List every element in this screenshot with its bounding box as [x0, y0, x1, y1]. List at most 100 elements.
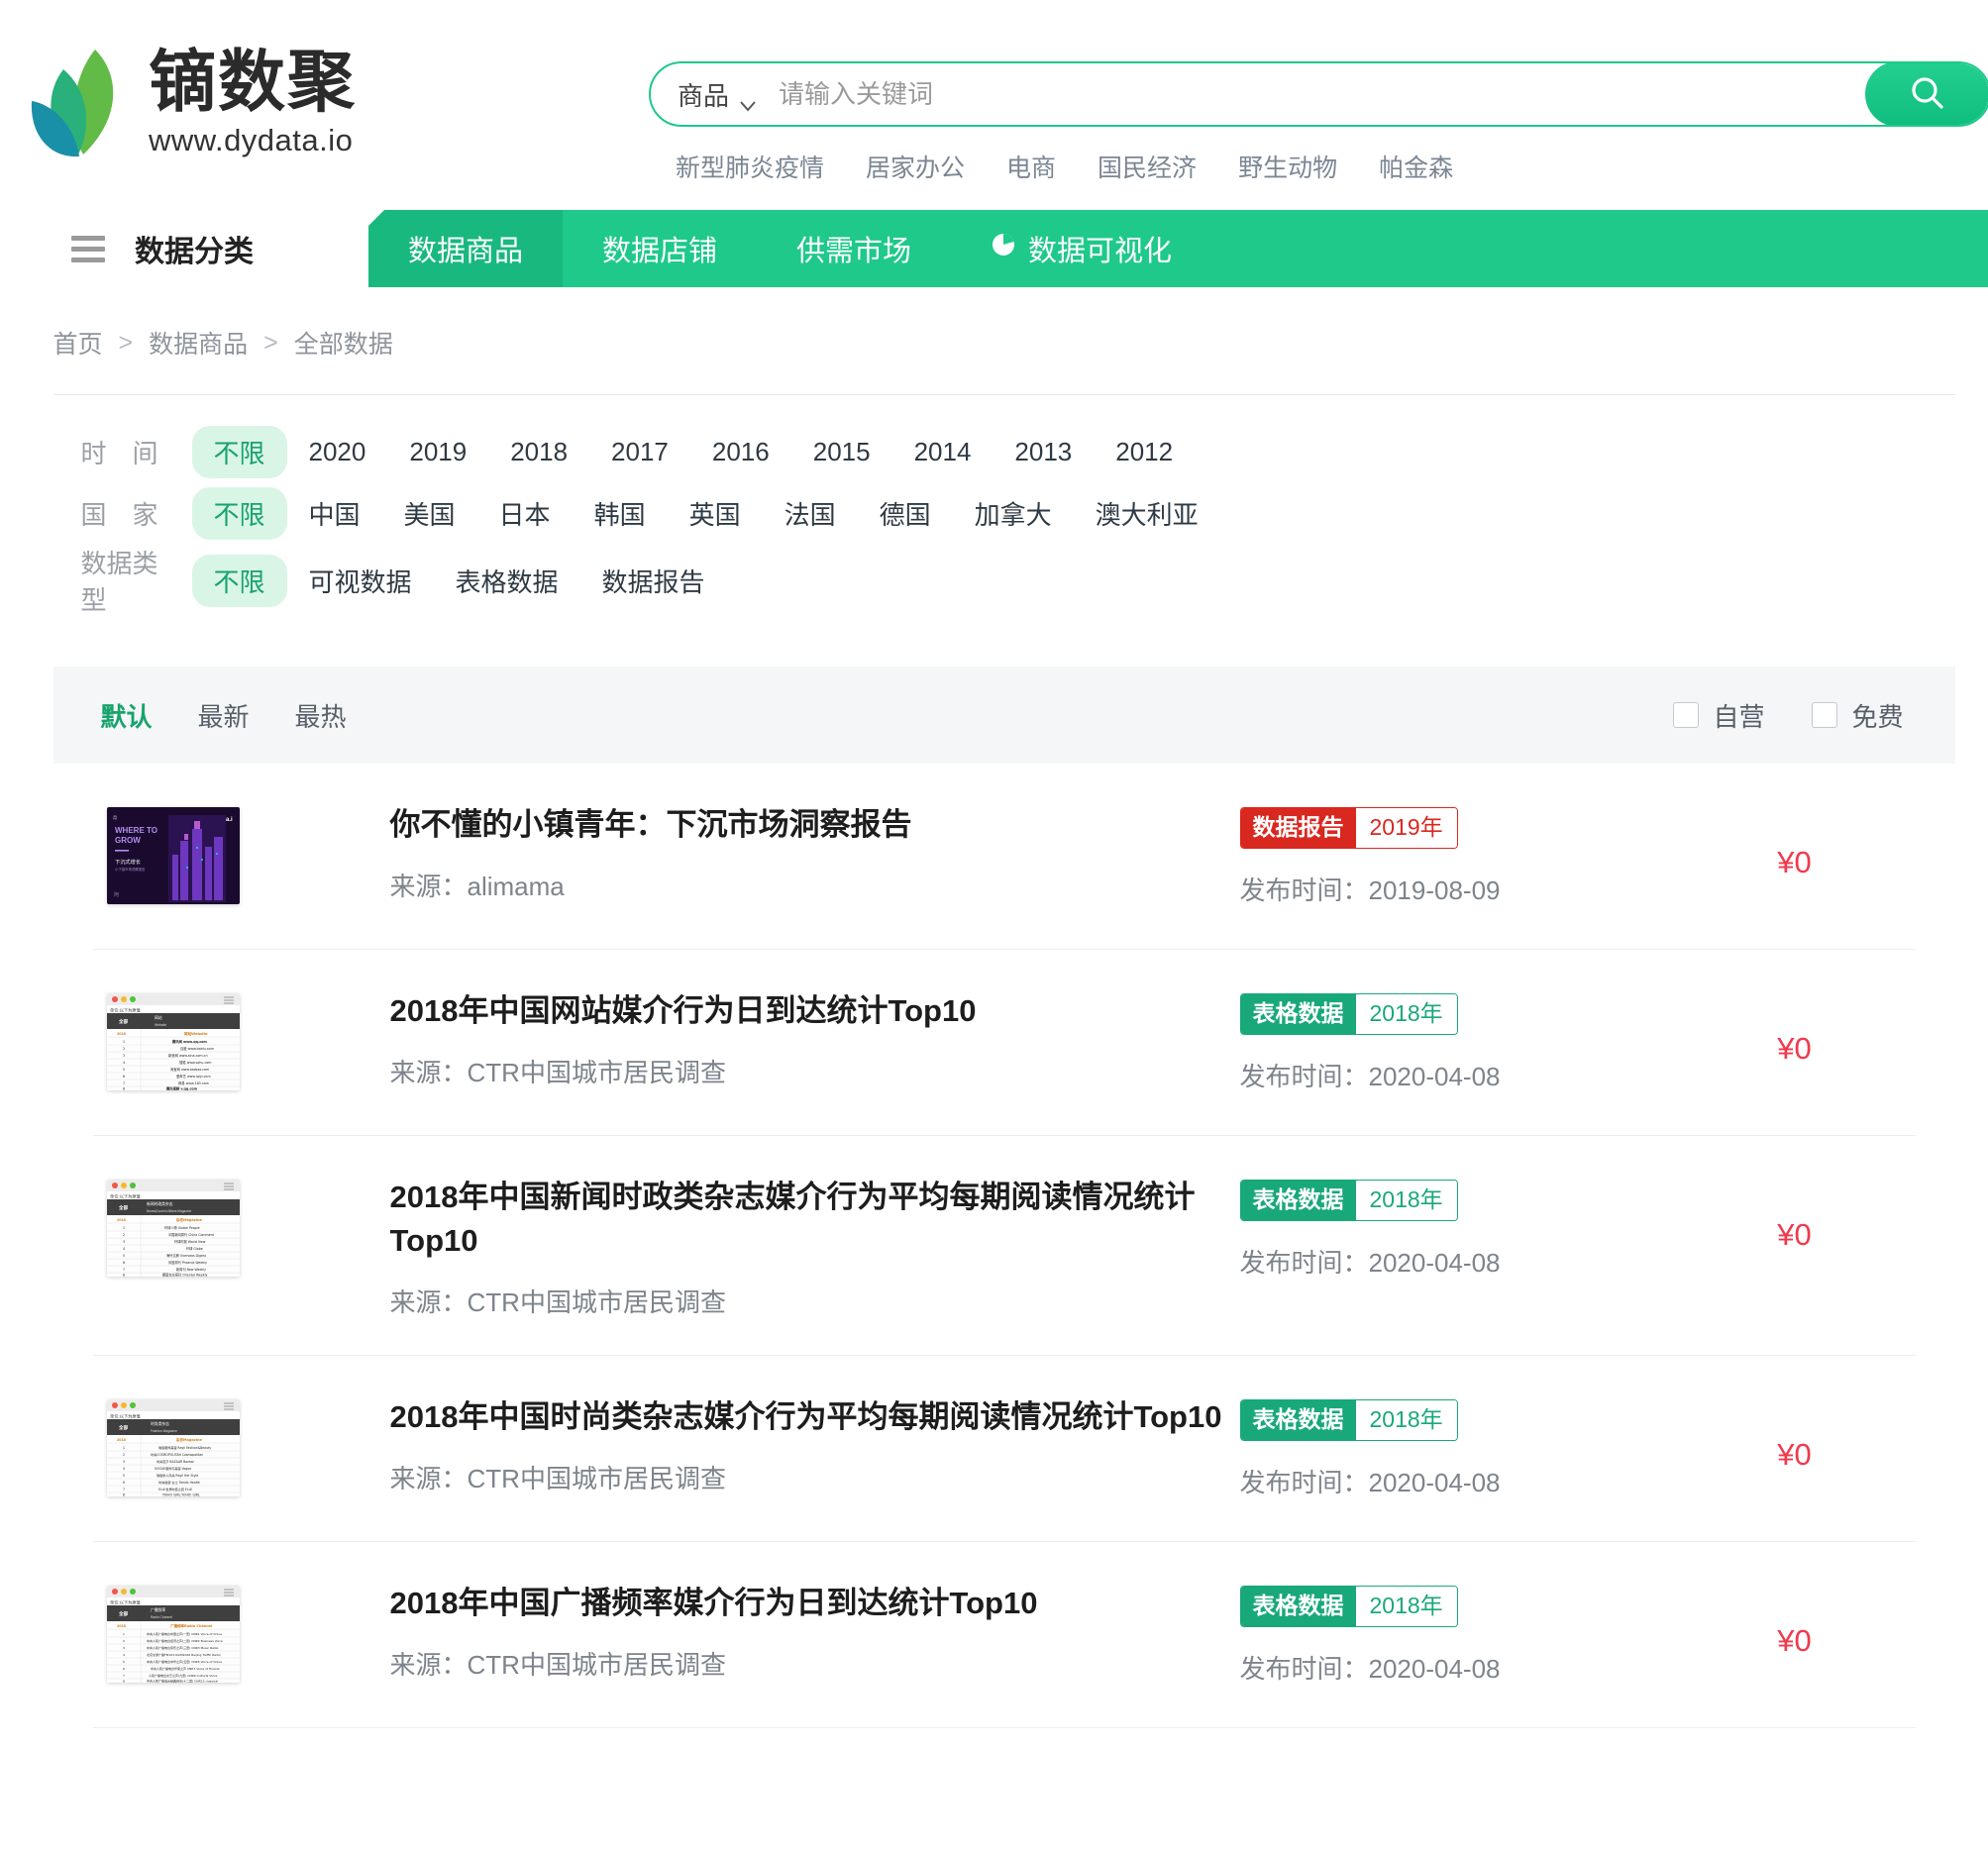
result-body: 2018年中国时尚类杂志媒介行为平均每期阅读情况统计Top10 来源：CTR中国…	[240, 1393, 1240, 1495]
filter-option-datatype-report[interactable]: 数据报告	[580, 555, 727, 607]
nav-item-supply-demand[interactable]: 供需市场	[757, 210, 951, 287]
sort-option-hottest[interactable]: 最热	[295, 697, 347, 734]
pie-chart-icon	[991, 232, 1016, 265]
sort-options: 默认 最新 最热	[101, 697, 347, 734]
result-tag-group: 表格数据 2018年	[1239, 993, 1458, 1035]
result-tag-kind: 表格数据	[1240, 994, 1356, 1034]
filter-option-time-2015[interactable]: 2015	[791, 429, 892, 475]
filter-option-datatype-any[interactable]: 不限	[191, 554, 287, 607]
result-meta: 表格数据 2018年 发布时间：2020-04-08	[1239, 1174, 1706, 1280]
result-meta: 表格数据 2018年 发布时间：2020-04-08	[1239, 987, 1706, 1093]
svg-text:北京交通广播FM103.9/AM1026 Beijing T: 北京交通广播FM103.9/AM1026 Beijing Traffic Rad…	[147, 1652, 221, 1657]
filter-option-country-uk[interactable]: 英国	[668, 487, 763, 540]
filter-panel: 时 间 不限 2020 2019 2018 2017 2016 2015 201…	[52, 394, 1955, 637]
breadcrumb-item-data-products[interactable]: 数据商品	[149, 325, 248, 360]
search-input[interactable]	[757, 78, 1867, 110]
result-item[interactable]: 单位:以下为原值 全部 新闻时政类杂志 News&Current Affairs…	[92, 1136, 1916, 1357]
result-thumbnail-spreadsheet[interactable]: 单位:以下为原值 全部 网站 Website 2018 网站Website 1 腾…	[106, 993, 240, 1090]
checkbox-free[interactable]: 免费	[1812, 697, 1904, 734]
svg-text:全部: 全部	[118, 1424, 129, 1431]
svg-text:新周刊 New Weekly: 新周刊 New Weekly	[176, 1267, 206, 1272]
nav-item-data-shops[interactable]: 数据店铺	[563, 210, 757, 287]
sort-option-newest[interactable]: 最新	[198, 697, 250, 734]
result-source-value: CTR中国城市居民调查	[467, 1058, 726, 1088]
result-date-label: 发布时间：	[1239, 1062, 1369, 1091]
filter-option-country-korea[interactable]: 韩国	[573, 487, 668, 540]
svg-text:3: 3	[123, 1646, 125, 1650]
result-date-label: 发布时间：	[1239, 875, 1369, 905]
svg-text:2018: 2018	[117, 1031, 127, 1036]
filter-option-country-usa[interactable]: 美国	[382, 487, 477, 540]
svg-text:单位:以下为原值: 单位:以下为原值	[110, 1007, 141, 1014]
result-thumbnail-spreadsheet[interactable]: 单位:以下为原值 全部 新闻时政类杂志 News&Current Affairs…	[106, 1180, 240, 1277]
checkbox-self-operated[interactable]: 自营	[1673, 697, 1764, 734]
svg-text:搜狐 www.sohu.com: 搜狐 www.sohu.com	[179, 1060, 211, 1065]
svg-text:环球 Globe: 环球 Globe	[186, 1246, 203, 1251]
svg-text:1: 1	[123, 1226, 125, 1230]
hot-keyword[interactable]: 国民经济	[1098, 149, 1197, 184]
filter-option-time-2014[interactable]: 2014	[892, 429, 994, 475]
result-item[interactable]: WHERE TO GROW 下沉式增长 小下镇市场洞察报告 阿 月 a.i 你不…	[92, 764, 1916, 950]
result-title[interactable]: 2018年中国网站媒介行为日到达统计Top10	[390, 989, 1240, 1033]
result-title[interactable]: 2018年中国广播频率媒介行为日到达统计Top10	[390, 1582, 1240, 1625]
svg-text:全部: 全部	[118, 1610, 129, 1617]
breadcrumb-item-home[interactable]: 首页	[53, 325, 103, 360]
result-item[interactable]: 单位:以下为原值 全部 广播频率 Radio Channel 2018 广播频率…	[92, 1542, 1916, 1729]
hot-keyword[interactable]: 新型肺炎疫情	[676, 149, 824, 184]
filter-option-time-any[interactable]: 不限	[191, 425, 287, 478]
result-list: WHERE TO GROW 下沉式增长 小下镇市场洞察报告 阿 月 a.i 你不…	[53, 764, 1955, 1729]
filter-option-time-2017[interactable]: 2017	[589, 429, 690, 475]
leaf-logo-icon	[26, 46, 137, 162]
sort-option-default[interactable]: 默认	[101, 697, 153, 734]
search-category-dropdown[interactable]: 商品	[651, 76, 757, 113]
result-thumbnail-report-cover[interactable]: WHERE TO GROW 下沉式增长 小下镇市场洞察报告 阿 月 a.i	[106, 807, 240, 904]
svg-text:网易 www.163.com: 网易 www.163.com	[178, 1080, 209, 1085]
filter-option-datatype-table[interactable]: 表格数据	[434, 555, 580, 607]
filter-option-country-china[interactable]: 中国	[287, 487, 382, 540]
result-thumbnail-spreadsheet[interactable]: 单位:以下为原值 全部 广播频率 Radio Channel 2018 广播频率…	[106, 1586, 240, 1684]
hot-keyword[interactable]: 电商	[1006, 149, 1056, 184]
filter-option-time-2019[interactable]: 2019	[387, 429, 488, 475]
result-date-value: 2020-04-08	[1368, 1248, 1501, 1278]
filter-option-time-2018[interactable]: 2018	[488, 429, 589, 475]
filter-option-country-canada[interactable]: 加拿大	[953, 487, 1074, 540]
result-thumbnail-spreadsheet[interactable]: 单位:以下为原值 全部 时尚类杂志 Fashion Magazine 2018 …	[106, 1399, 240, 1497]
filter-option-time-2012[interactable]: 2012	[1094, 429, 1195, 475]
search-button[interactable]	[1865, 63, 1988, 125]
result-item[interactable]: 单位:以下为原值 全部 网站 Website 2018 网站Website 1 腾…	[92, 950, 1916, 1136]
filter-option-time-2013[interactable]: 2013	[993, 429, 1094, 475]
svg-text:Fashion Magazine: Fashion Magazine	[151, 1429, 177, 1433]
checkbox-box-icon[interactable]	[1673, 702, 1700, 728]
nav-item-data-visualization[interactable]: 数据可视化	[951, 210, 1211, 287]
hot-keyword[interactable]: 帕金森	[1379, 149, 1453, 184]
site-logo[interactable]: 镝数聚 www.dydata.io	[26, 46, 357, 162]
checkbox-box-icon[interactable]	[1812, 702, 1838, 728]
filter-option-country-germany[interactable]: 德国	[858, 487, 953, 540]
breadcrumb-separator: >	[263, 328, 278, 357]
logo-title: 镝数聚	[149, 44, 358, 122]
filter-option-country-australia[interactable]: 澳大利亚	[1074, 487, 1220, 540]
svg-text:1: 1	[123, 1040, 125, 1044]
svg-text:Radio Channel: Radio Channel	[151, 1615, 172, 1619]
result-title[interactable]: 2018年中国新闻时政类杂志媒介行为平均每期阅读情况统计Top10	[390, 1176, 1240, 1263]
result-item[interactable]: 单位:以下为原值 全部 时尚类杂志 Fashion Magazine 2018 …	[92, 1356, 1916, 1543]
hot-keyword[interactable]: 野生动物	[1238, 149, 1337, 184]
filter-option-time-2016[interactable]: 2016	[690, 429, 791, 475]
filter-option-country-japan[interactable]: 日本	[477, 487, 573, 540]
nav-item-data-products[interactable]: 数据商品	[368, 210, 564, 287]
filter-option-time-2020[interactable]: 2020	[287, 429, 388, 475]
filter-option-country-any[interactable]: 不限	[191, 486, 287, 540]
result-title[interactable]: 你不懂的小镇青年：下沉市场洞察报告	[390, 803, 1240, 847]
hot-keyword[interactable]: 居家办公	[866, 149, 965, 184]
result-date-value: 2020-04-08	[1368, 1654, 1501, 1685]
data-category-button[interactable]: 数据分类	[0, 210, 384, 287]
svg-text:时尚芭莎 BAZAAR Bazaar: 时尚芭莎 BAZAAR Bazaar	[157, 1459, 195, 1464]
filter-option-datatype-visual[interactable]: 可视数据	[287, 555, 434, 607]
svg-text:1: 1	[123, 1632, 125, 1636]
filter-option-country-france[interactable]: 法国	[763, 487, 858, 540]
result-title[interactable]: 2018年中国时尚类杂志媒介行为平均每期阅读情况统计Top10	[390, 1395, 1240, 1439]
result-tag-year: 2018年	[1355, 1587, 1457, 1627]
filter-options-time: 不限 2020 2019 2018 2017 2016 2015 2014 20…	[191, 425, 1196, 478]
svg-text:环球人物 Global People: 环球人物 Global People	[164, 1225, 200, 1230]
svg-text:YOHO! GIRL YOHO! GIRL: YOHO! GIRL YOHO! GIRL	[162, 1493, 200, 1497]
